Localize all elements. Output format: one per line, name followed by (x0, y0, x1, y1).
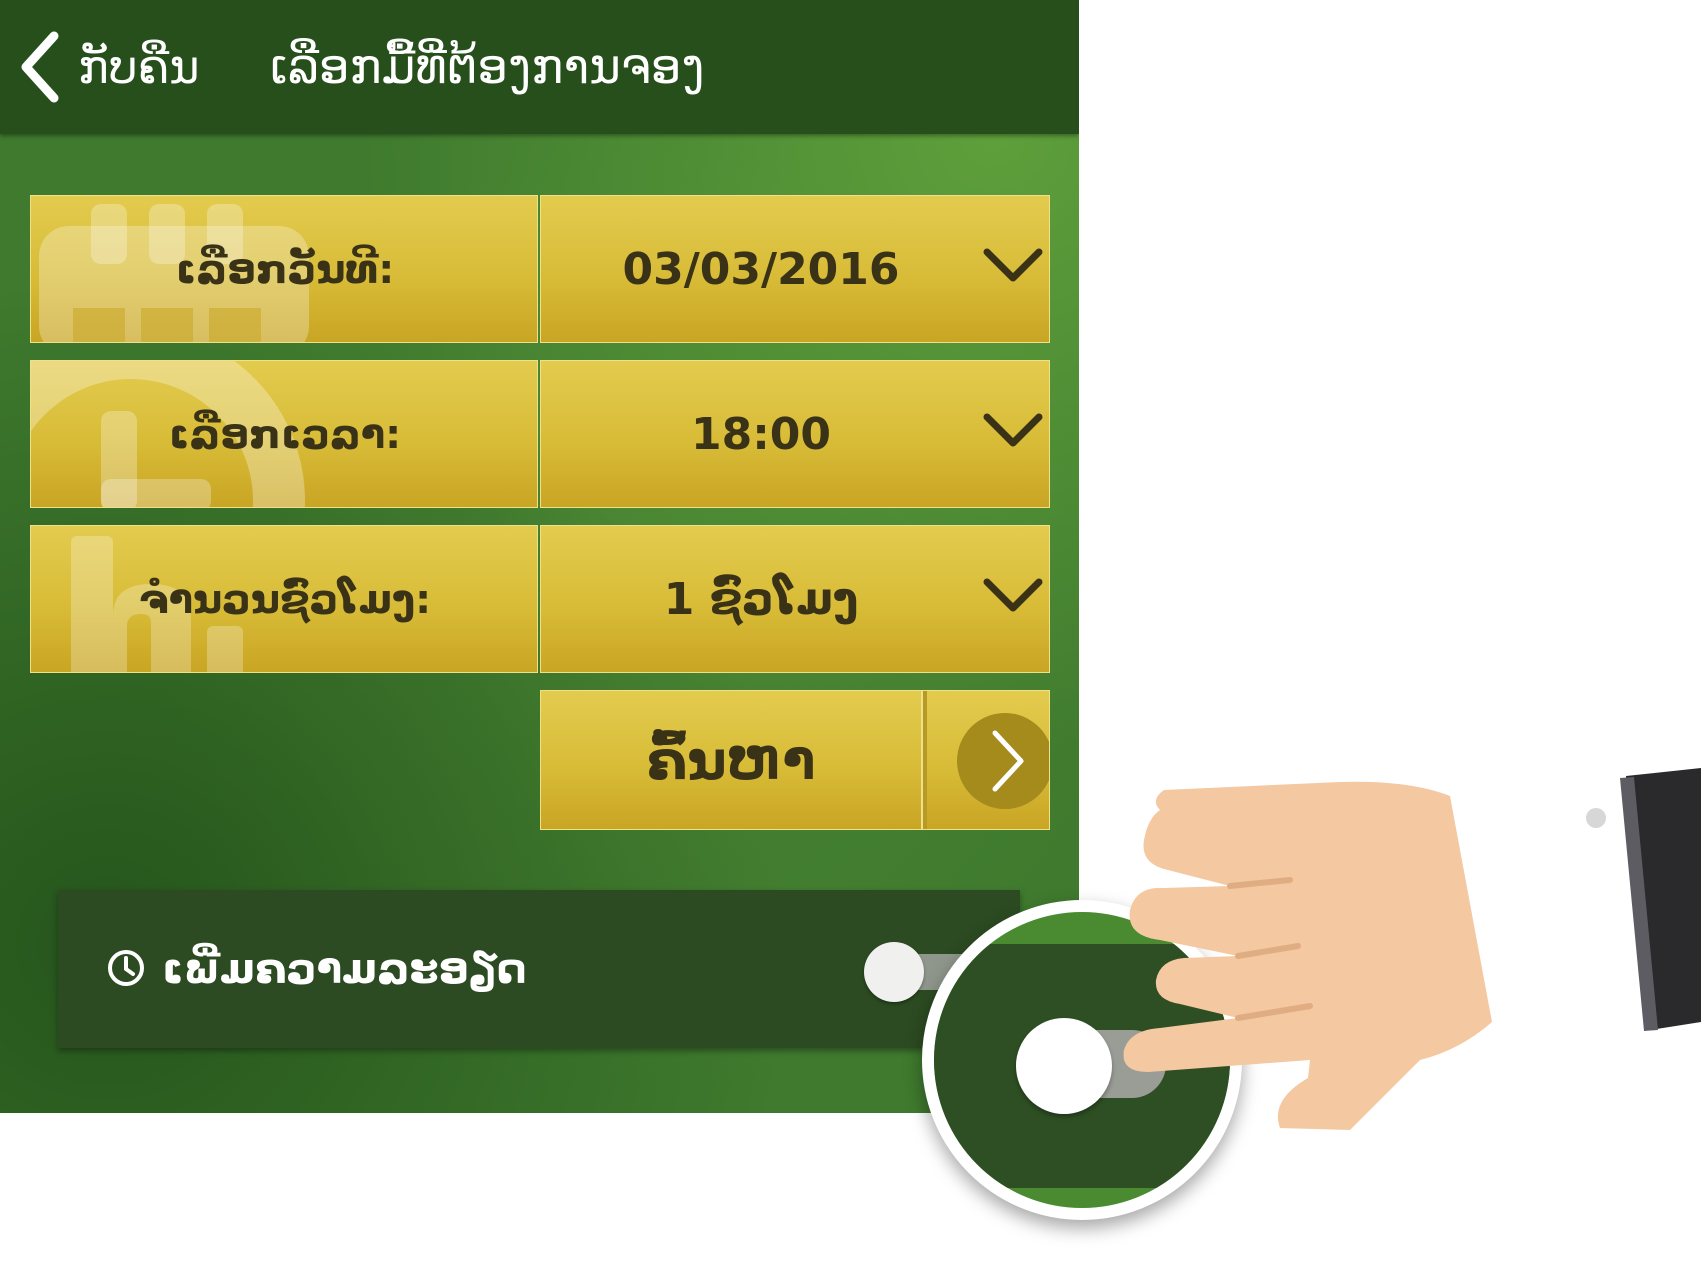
time-select[interactable]: 18:00 (540, 360, 1050, 508)
clock-icon (108, 950, 144, 986)
time-label-cell: ເລືອກເວລາ: (30, 360, 538, 508)
chevron-left-icon (21, 31, 59, 103)
chevron-right-icon (957, 713, 1049, 809)
chevron-down-icon (983, 248, 1043, 282)
time-label: ເລືອກເວລາ: (168, 412, 402, 458)
time-row: ເລືອກເວລາ: 18:00 (30, 360, 1050, 508)
search-divider (921, 691, 927, 829)
hours-select[interactable]: 1 ຊົ່ວໂມງ (540, 525, 1050, 673)
date-select[interactable]: 03/03/2016 (540, 195, 1050, 343)
magnified-toggle-knob (1016, 1018, 1112, 1114)
search-button[interactable]: ຄົ້ນຫາ (540, 690, 1050, 830)
add-details-label: ເພີ່ມຄວາມລະອຽດ (162, 944, 527, 993)
search-label: ຄົ້ນຫາ (646, 729, 816, 792)
date-label: ເລືອກວັນທີ: (175, 247, 395, 293)
chevron-down-icon (983, 578, 1043, 612)
hours-label-cell: ຈຳນວນຊົ່ວໂມງ: (30, 525, 538, 673)
page-title: ເລືອກມື້ທີ່ຕ້ອງການຈອງ (270, 39, 705, 95)
booking-screen: ກັບຄືນ ເລືອກມື້ທີ່ຕ້ອງການຈອງ ເລືອກວັນທີ: (0, 0, 1079, 1113)
back-label: ກັບຄືນ (78, 40, 200, 94)
date-row: ເລືອກວັນທີ: 03/03/2016 (30, 195, 1050, 343)
toggle-knob (864, 942, 924, 1002)
hours-row: ຈຳນວນຊົ່ວໂມງ: 1 ຊົ່ວໂມງ (30, 525, 1050, 673)
hours-label: ຈຳນວນຊົ່ວໂມງ: (138, 577, 432, 623)
top-bar: ກັບຄືນ ເລືອກມື້ທີ່ຕ້ອງການຈອງ (0, 0, 1079, 134)
add-details-bar: ເພີ່ມຄວາມລະອຽດ (58, 890, 1020, 1048)
back-button[interactable]: ກັບຄືນ (18, 26, 200, 108)
time-value: 18:00 (690, 409, 832, 460)
date-label-cell: ເລືອກວັນທີ: (30, 195, 538, 343)
hours-value: 1 ຊົ່ວໂມງ (663, 574, 859, 625)
chevron-down-icon (983, 413, 1043, 447)
pointing-hand-icon (1123, 768, 1701, 1130)
date-value: 03/03/2016 (622, 244, 900, 295)
